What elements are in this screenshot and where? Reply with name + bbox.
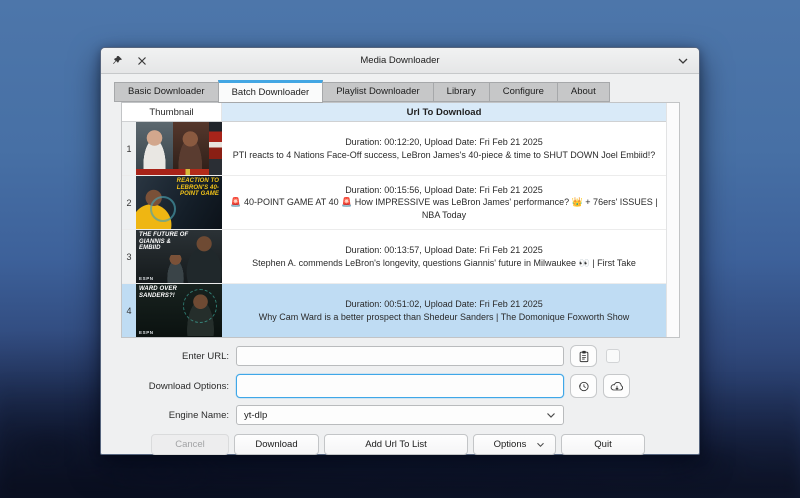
engine-name-row: Engine Name: yt-dlp bbox=[121, 405, 680, 425]
tab-batch-downloader[interactable]: Batch Downloader bbox=[218, 80, 324, 103]
tab-basic-downloader[interactable]: Basic Downloader bbox=[114, 82, 219, 102]
window-titlebar[interactable]: Media Downloader bbox=[101, 48, 699, 74]
row-index: 2 bbox=[122, 176, 136, 229]
video-info: Duration: 00:13:57, Upload Date: Fri Feb… bbox=[222, 230, 666, 283]
download-button[interactable]: Download bbox=[234, 434, 319, 455]
pin-icon[interactable] bbox=[110, 54, 124, 68]
enter-url-row: Enter URL: bbox=[121, 345, 680, 367]
thumb-decoration bbox=[173, 122, 209, 169]
thumb-decoration bbox=[183, 289, 217, 323]
download-options-input[interactable] bbox=[236, 374, 564, 398]
paste-clipboard-button[interactable] bbox=[570, 345, 597, 367]
thumb-decoration bbox=[136, 122, 173, 169]
url-checkbox[interactable] bbox=[606, 349, 620, 363]
row-index-number: 2 bbox=[126, 198, 131, 208]
table-row[interactable]: 4 Ward over Sanders?! ESPN Duration: 00:… bbox=[122, 283, 666, 337]
engine-select[interactable]: yt-dlp bbox=[236, 405, 564, 425]
table-scrollbar[interactable] bbox=[666, 103, 679, 337]
desktop-wallpaper: Media Downloader Basic DownloaderBatch D… bbox=[0, 0, 800, 498]
thumb-headline-text: Reaction to LeBron's 40-point game bbox=[160, 178, 219, 198]
add-url-to-list-button[interactable]: Add Url To List bbox=[324, 434, 468, 455]
thumb-headline-text: The Future of Giannis & Embiid bbox=[139, 232, 189, 252]
thumb-banner bbox=[136, 169, 209, 175]
media-downloader-window: Media Downloader Basic DownloaderBatch D… bbox=[100, 47, 700, 455]
tab-configure[interactable]: Configure bbox=[489, 82, 558, 102]
tab-library[interactable]: Library bbox=[433, 82, 490, 102]
history-icon[interactable] bbox=[570, 374, 597, 398]
table-row[interactable]: 3 The Future of Giannis & Embiid ESPN Du… bbox=[122, 229, 666, 283]
video-duration-line: Duration: 00:13:57, Upload Date: Fri Feb… bbox=[345, 244, 543, 257]
video-duration-line: Duration: 00:12:20, Upload Date: Fri Feb… bbox=[345, 136, 543, 149]
engine-dropdown-icon bbox=[546, 412, 556, 419]
close-icon[interactable] bbox=[135, 54, 149, 68]
url-input[interactable] bbox=[236, 346, 564, 366]
table-row[interactable]: 1 Duration: 00:12:20, Upload Date: Fri F… bbox=[122, 122, 666, 175]
video-title: Why Cam Ward is a better prospect than S… bbox=[259, 311, 630, 324]
row-index: 1 bbox=[122, 122, 136, 175]
download-options-row: Download Options: bbox=[121, 374, 680, 398]
video-title: 🚨 40-POINT GAME AT 40 🚨 How IMPRESSIVE w… bbox=[230, 196, 658, 221]
row-index-number: 1 bbox=[126, 144, 131, 154]
thumb-headline-text: Ward over Sanders?! bbox=[139, 286, 186, 299]
video-info: Duration: 00:15:56, Upload Date: Fri Feb… bbox=[222, 176, 666, 229]
enter-url-label: Enter URL: bbox=[121, 351, 229, 362]
table-header-row: Thumbnail Url To Download bbox=[122, 103, 666, 122]
row-index: 4 bbox=[122, 284, 136, 337]
shade-icon[interactable] bbox=[676, 54, 690, 68]
video-duration-line: Duration: 00:51:02, Upload Date: Fri Feb… bbox=[345, 298, 543, 311]
window-title: Media Downloader bbox=[101, 55, 699, 66]
batch-download-table: Thumbnail Url To Download 1 Duration: 00… bbox=[121, 102, 680, 338]
tab-bar: Basic DownloaderBatch DownloaderPlaylist… bbox=[114, 80, 699, 102]
video-title: Stephen A. commends LeBron's longevity, … bbox=[252, 257, 636, 270]
engine-name-label: Engine Name: bbox=[121, 410, 229, 421]
options-button-label: Options bbox=[484, 439, 536, 450]
cancel-button[interactable]: Cancel bbox=[151, 434, 229, 455]
video-table-body: 1 Duration: 00:12:20, Upload Date: Fri F… bbox=[122, 122, 666, 337]
column-header-url[interactable]: Url To Download bbox=[222, 103, 666, 121]
tab-about[interactable]: About bbox=[557, 82, 610, 102]
thumb-decoration bbox=[150, 196, 176, 222]
video-duration-line: Duration: 00:15:56, Upload Date: Fri Feb… bbox=[345, 184, 543, 197]
video-info: Duration: 00:51:02, Upload Date: Fri Feb… bbox=[222, 284, 666, 337]
cloud-download-icon[interactable] bbox=[603, 374, 630, 398]
thumb-decoration bbox=[165, 255, 186, 283]
video-thumbnail bbox=[136, 122, 222, 175]
video-thumbnail: Ward over Sanders?! ESPN bbox=[136, 284, 222, 337]
video-thumbnail: Reaction to LeBron's 40-point game bbox=[136, 176, 222, 229]
engine-selected-value: yt-dlp bbox=[244, 410, 267, 421]
quit-button[interactable]: Quit bbox=[561, 434, 645, 455]
options-dropdown-icon bbox=[536, 442, 545, 448]
options-button[interactable]: Options bbox=[473, 434, 556, 455]
table-row[interactable]: 2 Reaction to LeBron's 40-point game Dur… bbox=[122, 175, 666, 229]
action-button-row: Cancel Download Add Url To List Options … bbox=[151, 434, 645, 455]
download-options-label: Download Options: bbox=[121, 381, 229, 392]
video-title: PTI reacts to 4 Nations Face-Off success… bbox=[233, 149, 656, 162]
column-header-thumbnail[interactable]: Thumbnail bbox=[122, 103, 222, 121]
thumb-watermark: ESPN bbox=[139, 276, 154, 281]
row-index: 3 bbox=[122, 230, 136, 283]
tab-playlist-downloader[interactable]: Playlist Downloader bbox=[322, 82, 433, 102]
row-index-number: 4 bbox=[126, 306, 131, 316]
row-index-number: 3 bbox=[126, 252, 131, 262]
thumb-watermark: ESPN bbox=[139, 330, 154, 335]
video-thumbnail: The Future of Giannis & Embiid ESPN bbox=[136, 230, 222, 283]
video-info: Duration: 00:12:20, Upload Date: Fri Feb… bbox=[222, 122, 666, 175]
